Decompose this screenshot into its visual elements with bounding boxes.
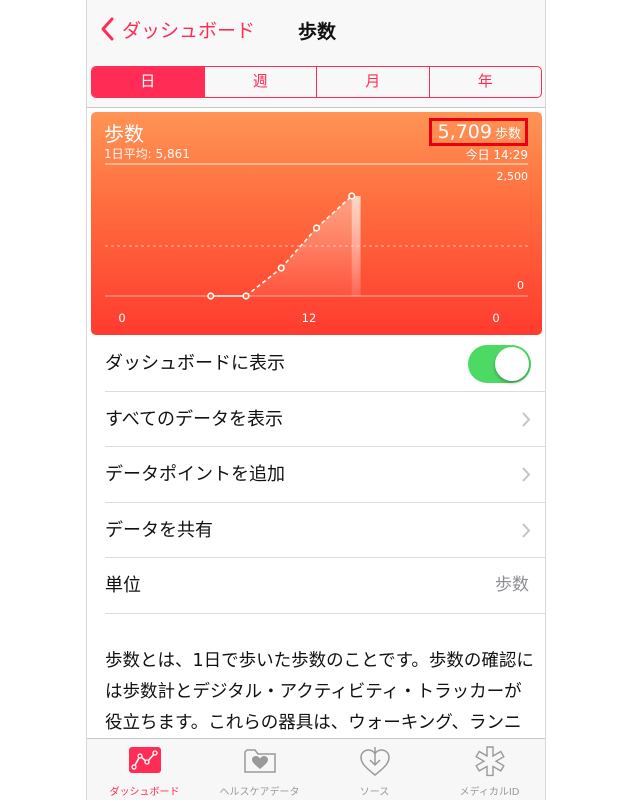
show-on-dashboard-toggle[interactable]: [468, 345, 531, 383]
y-max-label: 2,500: [497, 170, 529, 183]
today-step-count: 5,709 歩数: [428, 118, 528, 146]
chart-point: [277, 264, 285, 272]
chevron-right-icon: [522, 522, 531, 538]
unit-row[interactable]: 単位 歩数: [105, 558, 545, 614]
chart-point: [312, 224, 321, 232]
segment-bar: 日 週 月 年: [87, 58, 545, 108]
tab-medical-id-label: メディカルID: [459, 787, 520, 798]
tab-dashboard-label: ダッシュボード: [109, 787, 180, 798]
navigation-bar: ダッシュボード 歩数: [87, 0, 545, 58]
period-segmented-control: 日 週 月 年: [91, 66, 542, 98]
tab-health-data-label: ヘルスケアデータ: [219, 787, 300, 798]
settings-list: ダッシュボードに表示 すべてのデータを表示 データポイントを追加 データを共有 …: [87, 336, 545, 614]
add-data-point-row[interactable]: データポイントを追加: [105, 447, 545, 503]
tab-medical-id[interactable]: メディカルID: [432, 739, 545, 800]
show-on-dashboard-label: ダッシュボードに表示: [105, 353, 285, 374]
show-all-data-row[interactable]: すべてのデータを表示: [105, 392, 545, 447]
segment-week[interactable]: 週: [205, 67, 317, 97]
x-tick-label: 0: [118, 311, 125, 325]
share-data-label: データを共有: [105, 519, 213, 541]
chevron-right-icon: [522, 411, 531, 427]
segment-month[interactable]: 月: [317, 67, 430, 97]
tab-sources[interactable]: ソース: [317, 739, 432, 800]
share-data-row[interactable]: データを共有: [105, 503, 545, 558]
health-data-icon: [243, 749, 276, 773]
tab-health-data[interactable]: ヘルスケアデータ: [202, 739, 317, 800]
chart-current-bar: [351, 196, 361, 296]
step-count-unit: 歩数: [494, 127, 521, 142]
tab-bar: ダッシュボード ヘルスケアデータ ソース メディカルID: [87, 738, 545, 800]
chevron-right-icon: [522, 467, 531, 482]
add-data-point-label: データポイントを追加: [105, 464, 285, 485]
segment-day[interactable]: 日: [92, 67, 205, 97]
x-tick-label: 0: [492, 311, 499, 325]
toggle-knob: [495, 347, 529, 381]
segment-year[interactable]: 年: [430, 67, 542, 97]
y-min-label: 0: [517, 279, 524, 292]
card-title: 歩数: [104, 122, 144, 146]
unit-label: 単位: [105, 575, 141, 596]
phone-screen: ダッシュボード 歩数 日 週 月 年 2,500 0 0 12 0 歩数 1日平均: 5…: [86, 0, 546, 800]
show-all-data-label: すべてのデータを表示: [105, 408, 284, 430]
updated-time: 今日 14:29: [465, 148, 528, 162]
chart-point: [242, 292, 250, 300]
step-count-value: 5,709: [437, 121, 492, 143]
chart-point: [348, 192, 356, 200]
medical-id-icon: [474, 746, 505, 777]
show-on-dashboard-row: ダッシュボードに表示: [105, 336, 545, 392]
steps-chart-card: 2,500 0 0 12 0 歩数 1日平均: 5,861 5,709 歩数 今日 14…: [91, 112, 542, 335]
chart-point: [207, 292, 215, 300]
tab-sources-label: ソース: [359, 787, 390, 798]
dashboard-icon: [128, 747, 161, 773]
unit-value: 歩数: [495, 575, 529, 595]
x-tick-label: 12: [302, 311, 317, 325]
sources-icon: [359, 747, 390, 776]
tab-dashboard[interactable]: ダッシュボード: [87, 739, 202, 800]
page-title: 歩数: [297, 21, 336, 43]
daily-average: 1日平均: 5,861: [104, 147, 190, 161]
